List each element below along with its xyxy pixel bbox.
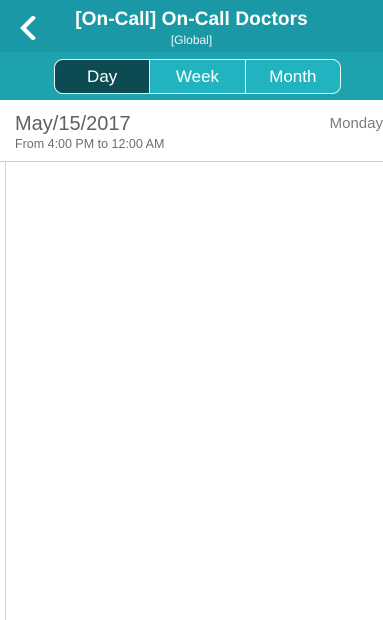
title-group: [On-Call] On-Call Doctors [Global]	[0, 9, 383, 47]
schedule-list-item[interactable]: May/15/2017 From 4:00 PM to 12:00 AM Mon…	[0, 100, 383, 162]
shift-weekday: Monday	[329, 115, 383, 132]
view-tabs-bar: Day Week Month	[0, 52, 383, 100]
content-divider	[5, 162, 6, 620]
page-title: [On-Call] On-Call Doctors	[75, 9, 308, 30]
tab-week[interactable]: Week	[149, 60, 245, 93]
tab-day[interactable]: Day	[55, 60, 150, 93]
tab-month[interactable]: Month	[244, 60, 340, 93]
shift-date: May/15/2017	[15, 113, 131, 135]
view-segmented-control: Day Week Month	[54, 59, 341, 94]
shift-time-range: From 4:00 PM to 12:00 AM	[15, 137, 165, 151]
title-bar: [On-Call] On-Call Doctors [Global]	[0, 0, 383, 52]
app-header: [On-Call] On-Call Doctors [Global] Day W…	[0, 0, 383, 100]
page-subtitle: [Global]	[170, 33, 213, 47]
